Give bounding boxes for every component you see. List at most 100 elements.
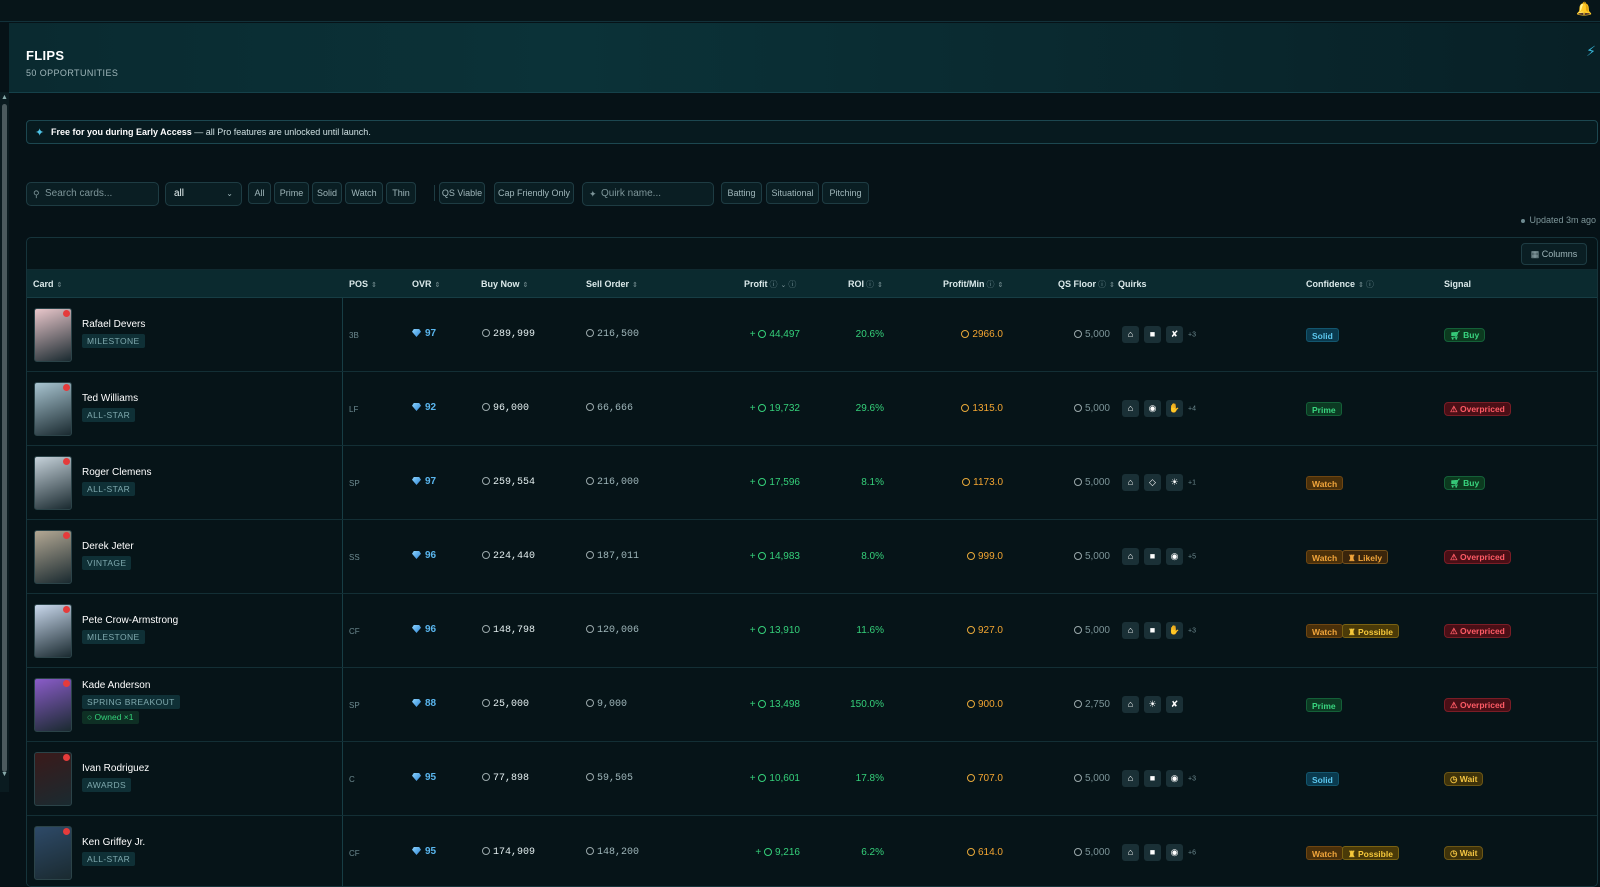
chip-watch[interactable]: Watch	[345, 182, 383, 204]
tag-icon[interactable]: ■	[1144, 326, 1161, 344]
col-qs-floor[interactable]: QS Floor ⓘ ⇕	[1058, 270, 1115, 298]
player-name[interactable]: Kade Anderson	[82, 680, 150, 691]
eye-icon[interactable]: ◉	[1144, 400, 1161, 418]
player-name[interactable]: Ken Griffey Jr.	[82, 837, 145, 848]
signal-badge[interactable]: ⚠ Overpriced	[1444, 550, 1511, 564]
quirks-more[interactable]: +3	[1188, 627, 1196, 634]
sun-icon[interactable]: ☀	[1166, 474, 1183, 492]
table-row[interactable]: Kade Anderson SPRING BREAKOUT ○ Owned ×1 SP…	[27, 668, 1597, 742]
signal-badge[interactable]: 🛒︎ Buy	[1444, 328, 1486, 342]
quirks-more[interactable]: +3	[1188, 775, 1196, 782]
sell-order-price: 66,666	[586, 403, 633, 415]
tag-icon[interactable]: ■	[1144, 548, 1161, 566]
player-name[interactable]: Derek Jeter	[82, 541, 134, 552]
scrollbar-thumb[interactable]	[2, 104, 7, 772]
chip-pitching[interactable]: Pitching	[822, 182, 869, 204]
player-name[interactable]: Ted Williams	[82, 393, 138, 404]
player-name[interactable]: Pete Crow-Armstrong	[82, 615, 178, 626]
home-icon[interactable]: ⌂	[1122, 696, 1139, 714]
columns-button[interactable]: ▦ Columns	[1521, 243, 1587, 265]
slash-icon[interactable]: ✘	[1166, 326, 1183, 344]
signal-badge[interactable]: ⚠ Overpriced	[1444, 402, 1511, 416]
home-icon[interactable]: ⌂	[1122, 326, 1139, 344]
sparkle-icon: ✦	[35, 127, 45, 139]
bolt-icon[interactable]: ⚡︎	[1586, 43, 1596, 60]
home-icon[interactable]: ⌂	[1122, 474, 1139, 492]
stubs-icon	[758, 774, 767, 782]
quirks-more[interactable]: +3	[1188, 331, 1196, 338]
card-thumbnail[interactable]	[34, 752, 72, 806]
tag-icon[interactable]: ■	[1144, 844, 1161, 862]
card-thumbnail[interactable]	[34, 308, 72, 362]
card-thumbnail[interactable]	[34, 530, 72, 584]
diamond-icon[interactable]: ◇	[1144, 474, 1161, 492]
updated-status: Updated 3m ago	[1521, 215, 1596, 225]
home-icon[interactable]: ⌂	[1122, 548, 1139, 566]
slash-icon[interactable]: ✘	[1166, 696, 1183, 714]
qs-floor: 5,000	[1040, 625, 1110, 637]
chip-thin[interactable]: Thin	[386, 182, 416, 204]
quirks-more[interactable]: +1	[1188, 479, 1196, 486]
confidence-badge: Solid	[1306, 772, 1339, 786]
bell-icon[interactable]: 🔔	[1576, 1, 1592, 17]
col-card[interactable]: Card ⇕	[33, 270, 62, 298]
col-sell-order[interactable]: Sell Order ⇕	[586, 270, 638, 298]
eye-icon[interactable]: ◉	[1166, 770, 1183, 788]
chip-all[interactable]: All	[248, 182, 271, 204]
col-buy-now[interactable]: Buy Now ⇕	[481, 270, 528, 298]
table-row[interactable]: Ivan Rodriguez AWARDS C 95 77,898 59,505 + 10,…	[27, 742, 1597, 816]
table-row[interactable]: Roger Clemens ALL-STAR SP 97 259,554 216,000 +…	[27, 446, 1597, 520]
eye-icon[interactable]: ◉	[1166, 548, 1183, 566]
col-pos[interactable]: POS ⇕	[349, 270, 377, 298]
signal-badge[interactable]: ⚠ Overpriced	[1444, 698, 1511, 712]
col-ovr[interactable]: OVR ⇕	[412, 270, 440, 298]
col-profit[interactable]: Profit ⓘ ⌄ ⓘ	[744, 270, 796, 298]
table-row[interactable]: Derek Jeter VINTAGE SS 96 224,440 187,011 + 14…	[27, 520, 1597, 594]
player-name[interactable]: Roger Clemens	[82, 467, 151, 478]
chip-solid[interactable]: Solid	[312, 182, 342, 204]
quirks-more[interactable]: +5	[1188, 553, 1196, 560]
col-profit-min[interactable]: Profit/Min ⓘ ⇕	[943, 270, 1003, 298]
card-thumbnail[interactable]	[34, 826, 72, 880]
card-thumbnail[interactable]	[34, 456, 72, 510]
chip-batting[interactable]: Batting	[721, 182, 762, 204]
chip-situational[interactable]: Situational	[766, 182, 819, 204]
home-icon[interactable]: ⌂	[1122, 400, 1139, 418]
chip-cap-friendly[interactable]: Cap Friendly Only	[494, 182, 574, 204]
banner-text: Free for you during Early Access — all P…	[51, 127, 371, 137]
signal-badge[interactable]: ◷ Wait	[1444, 846, 1484, 860]
table-row[interactable]: Ted Williams ALL-STAR LF 92 96,000 66,666 + 19…	[27, 372, 1597, 446]
quirks-more[interactable]: +6	[1188, 849, 1196, 856]
tag-icon[interactable]: ■	[1144, 622, 1161, 640]
scroll-down-icon[interactable]: ▼	[1, 771, 8, 778]
glove-icon[interactable]: ✋	[1166, 622, 1183, 640]
eye-icon[interactable]: ◉	[1166, 844, 1183, 862]
home-icon[interactable]: ⌂	[1122, 844, 1139, 862]
player-name[interactable]: Ivan Rodriguez	[82, 763, 149, 774]
quirk-search-input[interactable]: ✦ Quirk name...	[582, 182, 714, 206]
chip-prime[interactable]: Prime	[274, 182, 309, 204]
player-name[interactable]: Rafael Devers	[82, 319, 145, 330]
quirks-more[interactable]: +4	[1188, 405, 1196, 412]
chip-qs-viable[interactable]: QS Viable	[439, 182, 485, 204]
signal-badge[interactable]: ⚠ Overpriced	[1444, 624, 1511, 638]
card-thumbnail[interactable]	[34, 678, 72, 732]
glove-icon[interactable]: ✋	[1166, 400, 1183, 418]
sun-icon[interactable]: ☀	[1144, 696, 1161, 714]
card-thumbnail[interactable]	[34, 382, 72, 436]
scrollbar[interactable]: ▲ ▼	[0, 92, 9, 792]
tag-icon[interactable]: ■	[1144, 770, 1161, 788]
scroll-up-icon[interactable]: ▲	[1, 94, 8, 101]
signal-badge[interactable]: ◷ Wait	[1444, 772, 1484, 786]
category-select[interactable]: all ⌄	[165, 182, 242, 206]
table-row[interactable]: Ken Griffey Jr. ALL-STAR CF 95 174,909 148,20…	[27, 816, 1597, 886]
table-row[interactable]: Pete Crow-Armstrong MILESTONE CF 96 148,798 1…	[27, 594, 1597, 668]
card-thumbnail[interactable]	[34, 604, 72, 658]
col-confidence[interactable]: Confidence ⇕ ⓘ	[1306, 270, 1374, 298]
search-input[interactable]: ⚲ Search cards...	[26, 182, 159, 206]
home-icon[interactable]: ⌂	[1122, 770, 1139, 788]
signal-badge[interactable]: 🛒︎ Buy	[1444, 476, 1486, 490]
table-row[interactable]: Rafael Devers MILESTONE 3B 97 289,999 216,500…	[27, 298, 1597, 372]
col-roi[interactable]: ROI ⓘ ⇕	[848, 270, 883, 298]
home-icon[interactable]: ⌂	[1122, 622, 1139, 640]
